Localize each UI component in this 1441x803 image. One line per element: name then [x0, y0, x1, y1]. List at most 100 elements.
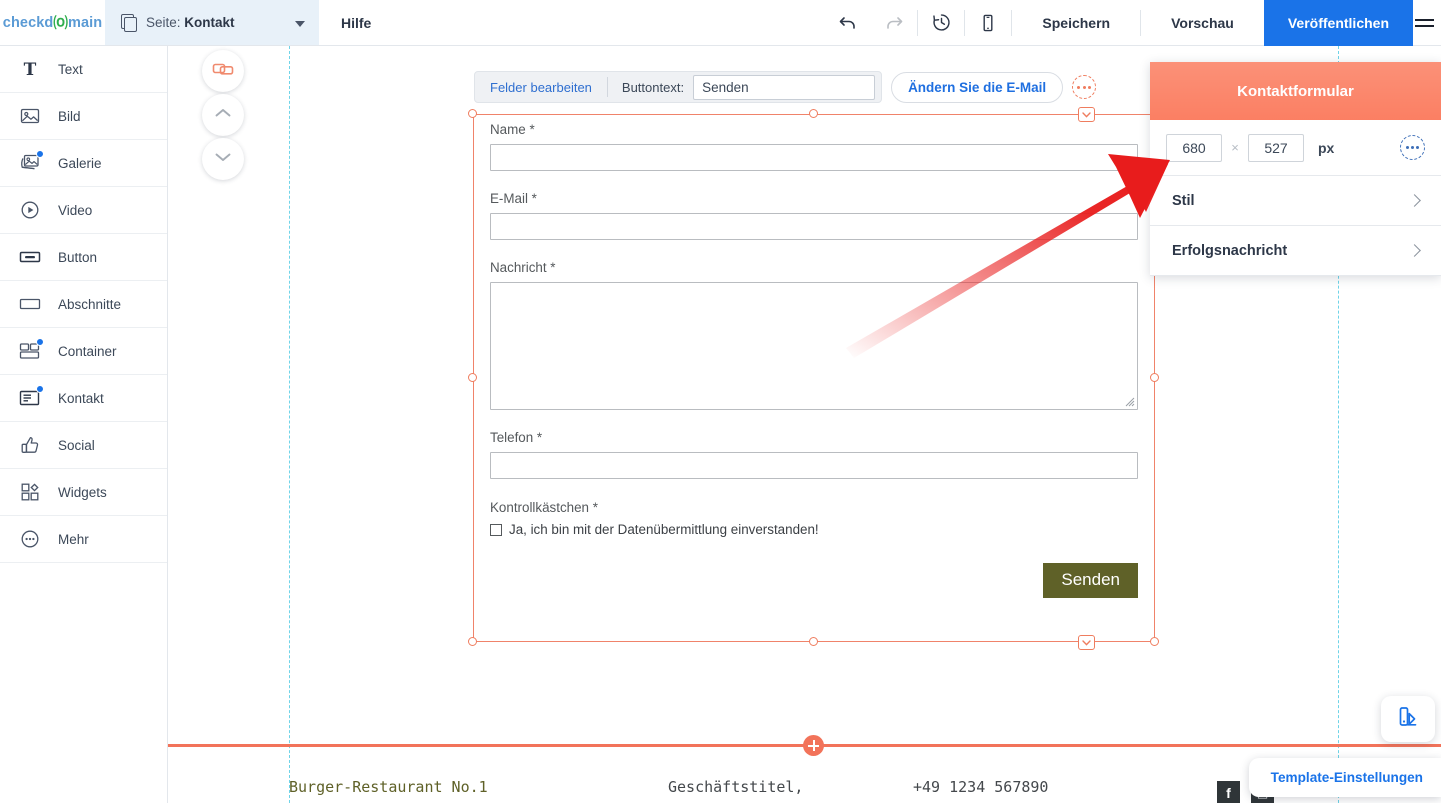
field-label-phone: Telefon *: [490, 430, 1138, 445]
resize-handle-bottom-right[interactable]: [1150, 637, 1159, 646]
change-email-button[interactable]: Ändern Sie die E-Mail: [891, 72, 1063, 103]
consent-checkbox-label: Ja, ich bin mit der Datenübermittlung ei…: [509, 522, 819, 537]
sidebar-item-abschnitte[interactable]: Abschnitte: [0, 281, 167, 328]
panel-more-options-icon[interactable]: [1400, 135, 1425, 160]
sections-icon: [18, 292, 42, 316]
panel-row-stil[interactable]: Stil: [1150, 176, 1441, 226]
resize-grip-icon[interactable]: [1124, 396, 1135, 407]
consent-checkbox[interactable]: [490, 524, 502, 536]
design-palette-icon: [1395, 704, 1421, 735]
main-menu-button[interactable]: [1413, 0, 1441, 46]
sidebar-item-text[interactable]: T Text: [0, 46, 167, 93]
toolbar-pill-group: Felder bearbeiten Buttontext:: [474, 71, 882, 103]
redo-button[interactable]: [871, 0, 917, 46]
section-layers-button[interactable]: [202, 50, 244, 92]
page-selector[interactable]: Seite: Kontakt: [105, 0, 319, 45]
chevron-up-icon: [214, 106, 232, 124]
design-settings-button[interactable]: [1381, 696, 1435, 742]
add-section-button[interactable]: [803, 735, 824, 756]
sidebar-item-button[interactable]: Button: [0, 234, 167, 281]
form-field-checkbox[interactable]: Kontrollkästchen * Ja, ich bin mit der D…: [490, 500, 1138, 537]
chevron-right-icon-2: [1408, 244, 1421, 257]
email-input[interactable]: [490, 213, 1138, 240]
footer-business-name: Burger-Restaurant No.1: [289, 778, 488, 796]
resize-handle-top-center[interactable]: [809, 109, 818, 118]
sidebar-item-container[interactable]: Container: [0, 328, 167, 375]
page-name: Kontakt: [184, 15, 234, 30]
sidebar-item-kontakt[interactable]: Kontakt: [0, 375, 167, 422]
help-label: Hilfe: [341, 15, 371, 31]
panel-row-erfolgsnachricht[interactable]: Erfolgsnachricht: [1150, 226, 1441, 276]
resize-handle-bottom-center[interactable]: [809, 637, 818, 646]
mobile-preview-button[interactable]: [965, 0, 1011, 46]
panel-row-label-stil: Stil: [1172, 193, 1195, 209]
undo-button[interactable]: [825, 0, 871, 46]
new-badge-dot-kontakt: [36, 385, 44, 393]
name-input[interactable]: [490, 144, 1138, 171]
properties-panel-title: Kontaktformular: [1150, 62, 1441, 120]
height-input[interactable]: [1248, 134, 1304, 162]
contact-form[interactable]: Name * E-Mail * Nachricht * Telefon *: [490, 122, 1138, 598]
save-button[interactable]: Speichern: [1012, 0, 1140, 46]
sidebar-item-widgets[interactable]: Widgets: [0, 469, 167, 516]
widgets-grid-icon: [18, 480, 42, 504]
redo-icon: [884, 13, 904, 33]
form-field-phone[interactable]: Telefon *: [490, 430, 1138, 479]
help-button[interactable]: Hilfe: [319, 0, 393, 45]
consent-checkbox-row[interactable]: Ja, ich bin mit der Datenübermittlung ei…: [490, 522, 1138, 537]
resize-handle-top-left[interactable]: [468, 109, 477, 118]
field-label-name: Name *: [490, 122, 1138, 137]
sidebar-label-social: Social: [58, 438, 95, 453]
more-dots-icon: [18, 527, 42, 551]
section-collapse-handle-bottom[interactable]: [1078, 635, 1095, 650]
facebook-icon[interactable]: f: [1217, 781, 1240, 803]
sidebar-item-social[interactable]: Social: [0, 422, 167, 469]
logo-text-part2: main: [68, 15, 102, 31]
chevron-down-icon[interactable]: [295, 21, 305, 27]
element-size-row: × px: [1150, 120, 1441, 176]
sidebar-label-galerie: Galerie: [58, 156, 102, 171]
move-section-down-button[interactable]: [202, 138, 244, 180]
contact-form-icon: [18, 386, 42, 410]
edit-fields-button[interactable]: Felder bearbeiten: [475, 80, 607, 95]
history-button[interactable]: [918, 0, 964, 46]
publish-button[interactable]: Veröffentlichen: [1264, 0, 1413, 46]
more-options-dots-icon[interactable]: [1072, 75, 1096, 99]
checkdomain-logo[interactable]: checkd⒪main: [0, 0, 105, 45]
sidebar-item-bild[interactable]: Bild: [0, 93, 167, 140]
hamburger-menu-icon: [1415, 19, 1434, 21]
svg-text:T: T: [24, 60, 37, 79]
text-icon: T: [18, 57, 42, 81]
section-collapse-handle-top[interactable]: [1078, 107, 1095, 122]
container-icon: [18, 339, 42, 363]
resize-handle-middle-left[interactable]: [468, 373, 477, 382]
submit-button[interactable]: Senden: [1043, 563, 1138, 598]
size-separator: ×: [1222, 140, 1248, 155]
button-text-input[interactable]: [693, 75, 875, 100]
sidebar-label-video: Video: [58, 203, 92, 218]
form-field-message[interactable]: Nachricht *: [490, 260, 1138, 410]
panel-row-label-erfolgsnachricht: Erfolgsnachricht: [1172, 243, 1287, 259]
preview-button[interactable]: Vorschau: [1141, 0, 1264, 46]
sidebar-item-video[interactable]: Video: [0, 187, 167, 234]
form-submit-row: Senden: [490, 563, 1138, 598]
sidebar-item-mehr[interactable]: Mehr: [0, 516, 167, 563]
sidebar-item-galerie[interactable]: Galerie: [0, 140, 167, 187]
chevron-right-icon: [1408, 194, 1421, 207]
resize-handle-middle-right[interactable]: [1150, 373, 1159, 382]
sidebar-label-abschnitte: Abschnitte: [58, 297, 121, 312]
history-clock-icon: [931, 12, 952, 33]
template-settings-button[interactable]: Template-Einstellungen: [1249, 758, 1441, 797]
form-field-email[interactable]: E-Mail *: [490, 191, 1138, 240]
move-section-up-button[interactable]: [202, 94, 244, 136]
message-textarea[interactable]: [490, 282, 1138, 410]
sidebar-label-container: Container: [58, 344, 117, 359]
form-field-name[interactable]: Name *: [490, 122, 1138, 171]
resize-handle-bottom-left[interactable]: [468, 637, 477, 646]
sidebar-label-widgets: Widgets: [58, 485, 107, 500]
width-input[interactable]: [1166, 134, 1222, 162]
sidebar-label-button: Button: [58, 250, 97, 265]
publish-label: Veröffentlichen: [1288, 15, 1389, 31]
sidebar-label-bild: Bild: [58, 109, 81, 124]
phone-input[interactable]: [490, 452, 1138, 479]
